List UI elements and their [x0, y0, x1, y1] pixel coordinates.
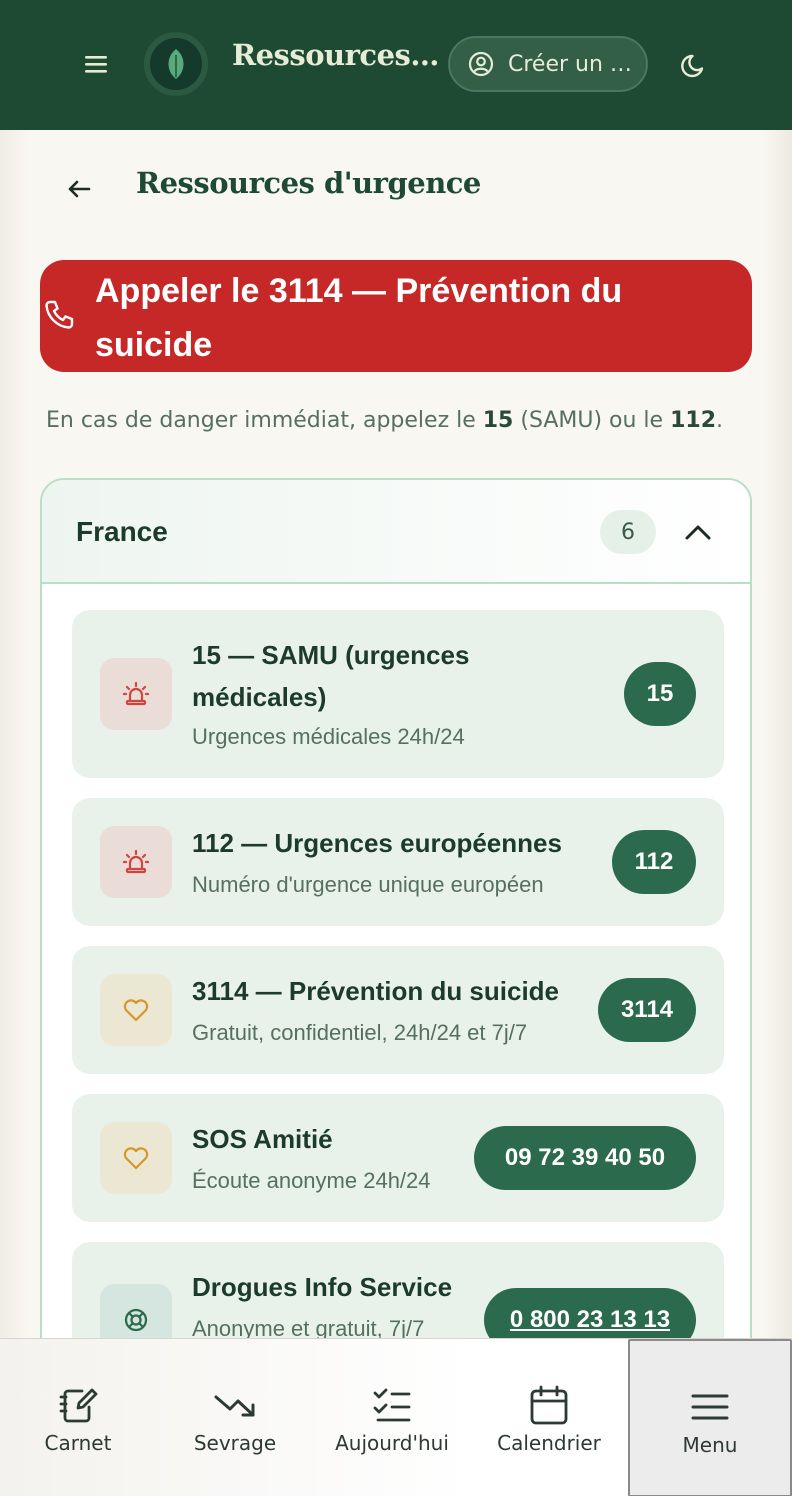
resource-title: 112 — Urgences européennes — [192, 828, 562, 858]
call-number-button[interactable]: 09 72 39 40 50 — [474, 1126, 696, 1190]
danger-note: En cas de danger immédiat, appelez le 15… — [46, 408, 766, 433]
resource-subtitle: Gratuit, confidentiel, 24h/24 et 7j/7 — [192, 1020, 528, 1045]
hamburger-menu-icon[interactable] — [82, 52, 110, 76]
country-name: France — [76, 516, 168, 547]
top-app-bar: Ressources… Créer un … — [0, 0, 792, 130]
resource-title: Drogues Info Service — [192, 1272, 453, 1302]
siren-icon — [100, 658, 172, 730]
bottom-navigation: Carnet Sevrage Aujourd'hui Calendrier Me… — [0, 1338, 792, 1496]
danger-note-samu-number: 15 — [482, 408, 514, 433]
nav-label: Calendrier — [497, 1431, 601, 1455]
leaf-icon — [168, 49, 184, 79]
list-item: SOS Amitié Écoute anonyme 24h/24 09 72 3… — [72, 1094, 724, 1222]
call-number-button[interactable]: 15 — [624, 662, 696, 726]
call-3114-button[interactable]: Appeler le 3114 — Prévention du suicide — [40, 260, 752, 372]
resource-subtitle: Écoute anonyme 24h/24 — [192, 1168, 431, 1193]
heart-icon — [100, 1122, 172, 1194]
menu-icon — [691, 1394, 729, 1420]
resource-title: 3114 — Prévention du suicide — [192, 976, 560, 1006]
siren-icon — [100, 826, 172, 898]
nav-label: Carnet — [44, 1431, 112, 1455]
phone-icon — [45, 300, 74, 329]
page-title: Ressources d'urgence — [136, 166, 481, 200]
danger-note-middle: (SAMU) ou le — [513, 408, 671, 433]
nav-item-menu[interactable]: Menu — [628, 1339, 792, 1496]
checklist-icon — [373, 1388, 411, 1422]
resource-subtitle: Numéro d'urgence unique européen — [192, 872, 544, 897]
resource-title: 15 — SAMU (urgences médicales) — [192, 640, 470, 712]
create-account-label: Créer un … — [508, 51, 632, 77]
list-item: 112 — Urgences européennes Numéro d'urge… — [72, 798, 724, 926]
moon-icon[interactable] — [680, 50, 710, 80]
chevron-up-icon[interactable] — [682, 516, 714, 548]
nav-item-calendar[interactable]: Calendrier — [471, 1339, 627, 1496]
call-number-button[interactable]: 112 — [612, 830, 696, 894]
country-section-france: France 6 15 — SAMU (urgences médicales) … — [40, 478, 752, 1378]
list-item: 3114 — Prévention du suicide Gratuit, co… — [72, 946, 724, 1074]
nav-label: Menu — [682, 1433, 738, 1457]
trending-down-icon — [214, 1395, 255, 1417]
app-logo[interactable] — [144, 32, 208, 96]
call-number-button[interactable]: 3114 — [598, 978, 696, 1042]
app-title: Ressources… — [232, 38, 439, 72]
nav-item-today[interactable]: Aujourd'hui — [314, 1339, 470, 1496]
nav-label: Aujourd'hui — [335, 1431, 449, 1455]
resource-title: SOS Amitié — [192, 1124, 333, 1154]
list-item: 15 — SAMU (urgences médicales) Urgences … — [72, 610, 724, 778]
nav-item-carnet[interactable]: Carnet — [0, 1339, 156, 1496]
create-account-button[interactable]: Créer un … — [448, 36, 648, 92]
danger-note-112-number: 112 — [670, 408, 717, 433]
heart-icon — [100, 974, 172, 1046]
arrow-left-icon[interactable] — [64, 174, 94, 204]
notebook-pen-icon — [59, 1388, 98, 1423]
resource-count-badge: 6 — [600, 510, 656, 554]
danger-note-suffix: . — [716, 408, 724, 433]
call-banner-label: Appeler le 3114 — Prévention du suicide — [95, 272, 623, 364]
danger-note-prefix: En cas de danger immédiat, appelez le — [46, 408, 483, 433]
nav-item-sevrage[interactable]: Sevrage — [157, 1339, 313, 1496]
nav-label: Sevrage — [193, 1431, 277, 1455]
resource-subtitle: Urgences médicales 24h/24 — [192, 724, 465, 749]
country-accordion-header[interactable]: France 6 — [42, 480, 750, 584]
calendar-icon — [530, 1385, 568, 1425]
user-circle-icon — [468, 51, 494, 77]
